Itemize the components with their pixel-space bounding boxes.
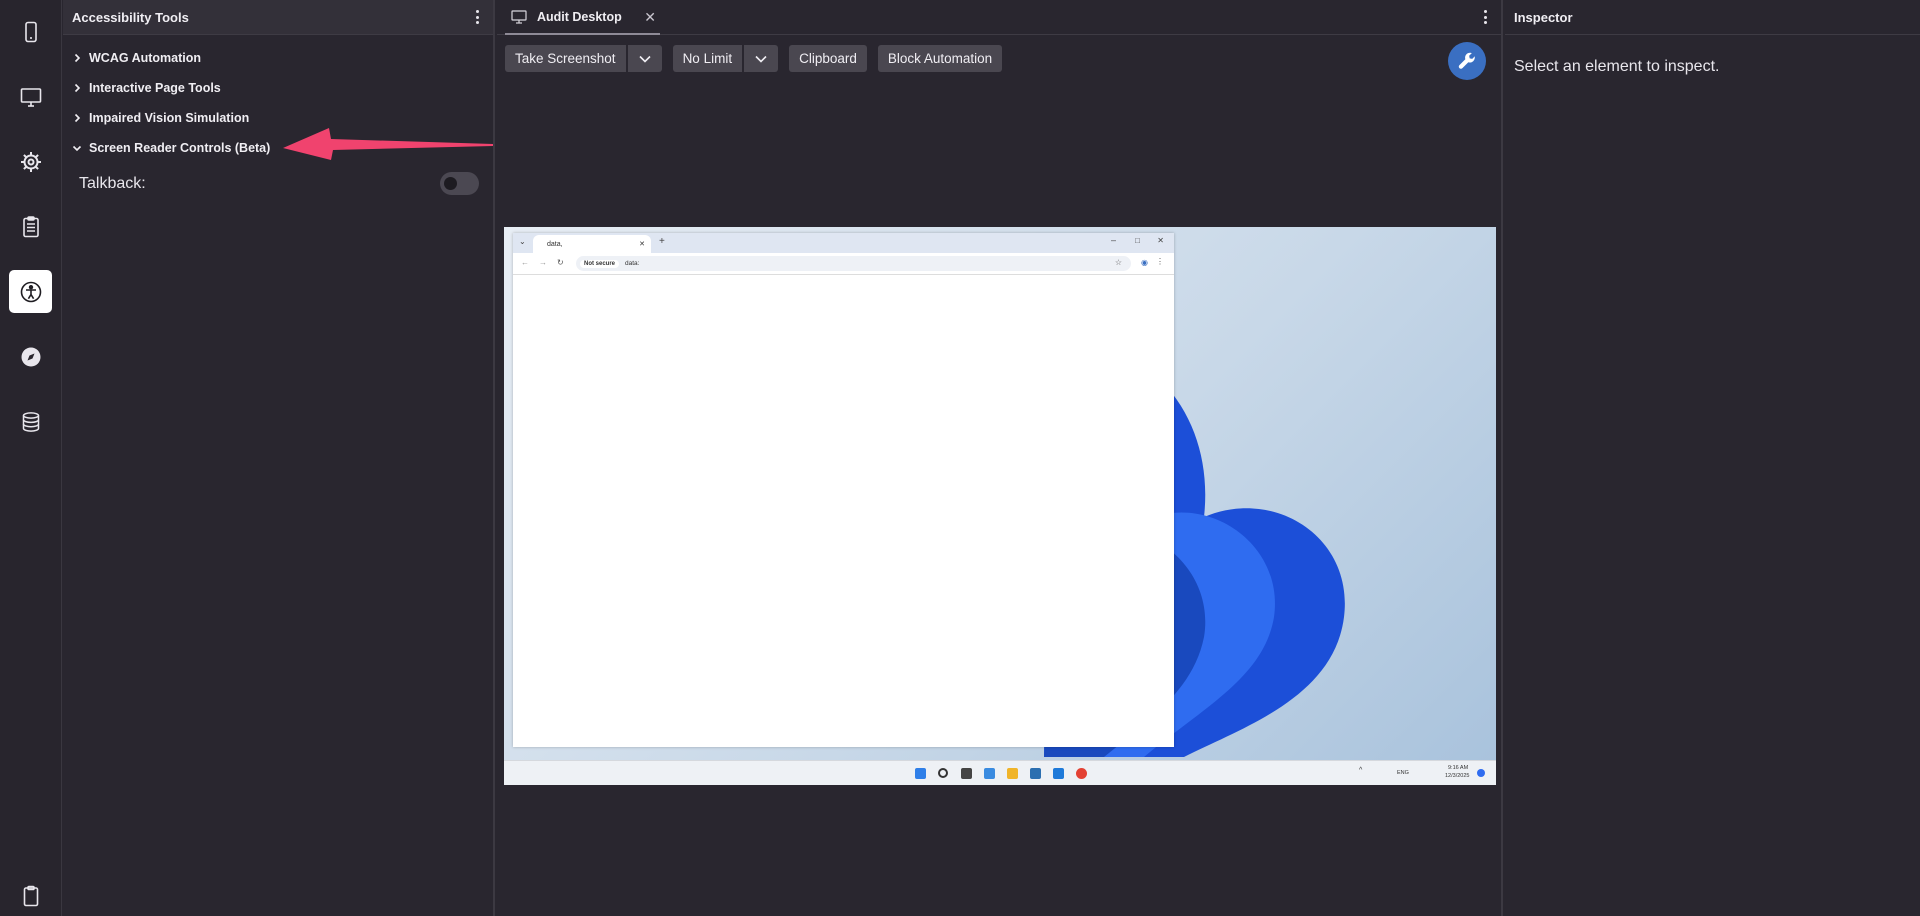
clock-date[interactable]: 12/3/2025: [1445, 773, 1469, 779]
section-interactive-page-tools[interactable]: Interactive Page Tools: [71, 78, 221, 98]
wrench-icon[interactable]: [1448, 42, 1486, 80]
start-icon[interactable]: [915, 768, 926, 779]
back-icon[interactable]: ←: [521, 258, 529, 267]
panel-menu-icon[interactable]: [475, 10, 479, 24]
left-icon-rail: [0, 0, 62, 916]
search-icon[interactable]: [938, 768, 948, 778]
clipboard-icon[interactable]: [9, 874, 52, 916]
compass-icon[interactable]: [9, 335, 52, 378]
limit-options-dropdown[interactable]: [744, 45, 779, 72]
screenshot-options-dropdown[interactable]: [627, 45, 662, 72]
notification-icon[interactable]: [1477, 769, 1485, 777]
tab-title: Audit Desktop: [537, 9, 622, 24]
mobile-icon[interactable]: [9, 10, 52, 53]
chevron-down-icon: [755, 55, 767, 63]
inspector-header: Inspector: [1505, 0, 1920, 35]
talkback-label: Talkback:: [79, 175, 146, 192]
remote-desktop-view[interactable]: ⌄ data, ✕ + – □ ✕ ← → ↻ Not secure data:…: [504, 227, 1496, 785]
inspector-empty-message: Select an element to inspect.: [1514, 58, 1720, 75]
store-icon[interactable]: [1030, 768, 1041, 779]
chevron-right-icon: [71, 82, 83, 94]
section-label: Interactive Page Tools: [89, 81, 221, 95]
browser-tab-strip: ⌄ data, ✕ + – □ ✕: [513, 233, 1174, 253]
new-tab-icon[interactable]: +: [659, 236, 665, 247]
section-label: Screen Reader Controls (Beta): [89, 141, 271, 155]
chevron-right-icon: [71, 52, 83, 64]
section-label: WCAG Automation: [89, 51, 202, 65]
toggle-knob: [444, 177, 457, 190]
browser-menu-icon[interactable]: ⋮: [1156, 257, 1164, 266]
toolbar: Take Screenshot No Limit Clipboard Block…: [505, 45, 1003, 72]
checklist-icon[interactable]: [9, 205, 52, 248]
maximize-icon[interactable]: □: [1135, 236, 1140, 245]
no-limit-button[interactable]: No Limit: [672, 45, 743, 72]
panel-title: Accessibility Tools: [72, 9, 189, 25]
minimize-icon[interactable]: –: [1111, 235, 1116, 245]
section-wcag-automation[interactable]: WCAG Automation: [71, 48, 201, 68]
forward-icon[interactable]: →: [539, 258, 547, 267]
widgets-icon[interactable]: [984, 768, 995, 779]
block-automation-button[interactable]: Block Automation: [877, 45, 1003, 72]
tab-bar: Audit Desktop ✕: [497, 0, 1501, 35]
inspector-panel: Inspector Select an element to inspect.: [1505, 0, 1920, 916]
mail-icon[interactable]: [1053, 768, 1064, 779]
desktop-icon: [511, 9, 527, 24]
url-text: data:: [625, 260, 640, 267]
database-icon[interactable]: [9, 400, 52, 443]
address-bar[interactable]: Not secure data:: [576, 256, 1131, 271]
browser-tab[interactable]: data, ✕: [533, 235, 651, 253]
language-indicator[interactable]: ENG: [1397, 770, 1409, 776]
desktop-icon[interactable]: [9, 75, 52, 118]
task-view-icon[interactable]: [961, 768, 972, 779]
clipboard-button[interactable]: Clipboard: [789, 45, 867, 72]
inspector-title: Inspector: [1514, 9, 1573, 25]
profile-icon[interactable]: ◉: [1141, 258, 1148, 267]
tray-expand-icon[interactable]: ^: [1359, 767, 1362, 774]
clock-time[interactable]: 9:16 AM: [1448, 765, 1468, 771]
browser-tab-title: data,: [547, 240, 563, 248]
accessibility-tools-panel: Accessibility Tools WCAG Automation Inte…: [63, 0, 495, 916]
accessibility-icon[interactable]: [9, 270, 52, 313]
settings-gear-icon[interactable]: [9, 140, 52, 183]
bookmark-star-icon[interactable]: ☆: [1115, 258, 1122, 267]
close-icon[interactable]: ✕: [639, 240, 645, 248]
audit-desktop-panel: Audit Desktop ✕ Take Screenshot No Limit…: [497, 0, 1503, 916]
not-secure-badge: Not secure: [580, 259, 620, 268]
app-root: Accessibility Tools WCAG Automation Inte…: [0, 0, 1920, 916]
chevron-right-icon: [71, 112, 83, 124]
take-screenshot-button[interactable]: Take Screenshot: [505, 45, 626, 72]
section-impaired-vision-simulation[interactable]: Impaired Vision Simulation: [71, 108, 249, 128]
tab-search-icon[interactable]: ⌄: [519, 237, 526, 246]
windows-taskbar: ^ ENG 9:16 AM 12/3/2025: [504, 760, 1496, 785]
browser-toolbar: ← → ↻ Not secure data: ☆ ◉ ⋮: [513, 253, 1174, 275]
chevron-down-icon: [638, 55, 651, 63]
chevron-down-icon: [71, 142, 83, 154]
section-label: Impaired Vision Simulation: [89, 111, 250, 125]
file-explorer-icon[interactable]: [1007, 768, 1018, 779]
close-window-icon[interactable]: ✕: [1157, 236, 1164, 245]
browser-window[interactable]: ⌄ data, ✕ + – □ ✕ ← → ↻ Not secure data:…: [513, 233, 1174, 747]
section-screen-reader-controls[interactable]: Screen Reader Controls (Beta): [71, 138, 270, 158]
close-icon[interactable]: ✕: [644, 9, 656, 26]
tab-menu-icon[interactable]: [1483, 10, 1487, 24]
panel-header: Accessibility Tools: [63, 0, 493, 35]
reload-icon[interactable]: ↻: [557, 258, 564, 267]
tab-audit-desktop[interactable]: Audit Desktop ✕: [505, 0, 660, 35]
talkback-toggle[interactable]: [440, 172, 479, 195]
chrome-icon[interactable]: [1076, 768, 1087, 779]
annotation-arrow: [283, 128, 493, 160]
